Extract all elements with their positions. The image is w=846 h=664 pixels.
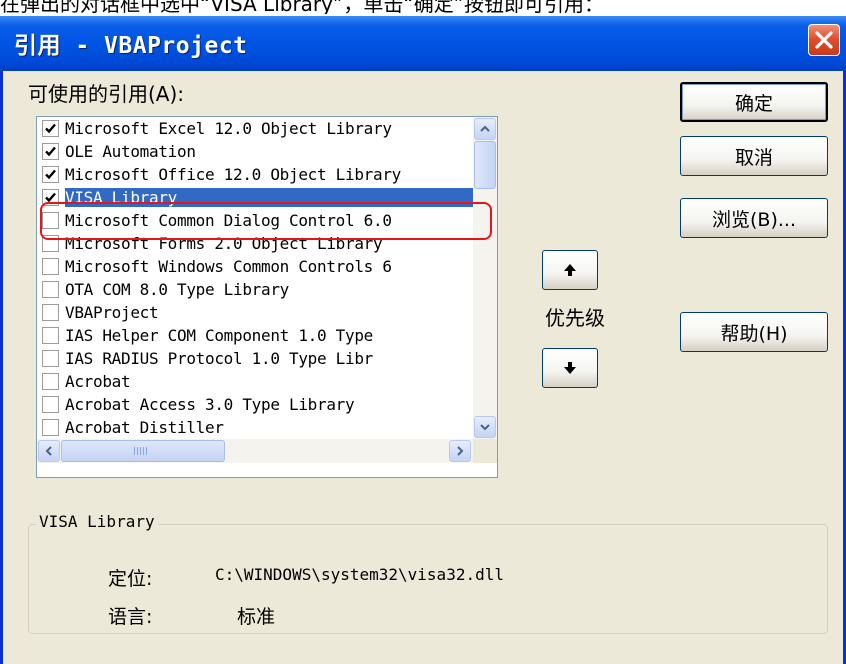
available-references-label: 可使用的引用(A): [28, 82, 185, 106]
reference-checkbox[interactable] [42, 166, 59, 183]
reference-label: VBAProject [65, 303, 159, 322]
page-caption: 在弹出的对话框中选中“VISA Library”，单击“确定”按钮即可引用： [0, 0, 846, 14]
reference-item[interactable]: Acrobat [37, 370, 473, 393]
priority-down-button[interactable] [542, 348, 598, 388]
reference-label: OTA COM 8.0 Type Library [65, 280, 289, 299]
location-label: 定位: [108, 568, 153, 590]
reference-label: Microsoft Windows Common Controls 6 [65, 257, 392, 276]
reference-item[interactable]: IAS Helper COM Component 1.0 Type [37, 324, 473, 347]
chevron-right-icon [457, 446, 464, 456]
reference-checkbox[interactable] [42, 258, 59, 275]
reference-item[interactable]: Microsoft Excel 12.0 Object Library [37, 117, 473, 140]
scroll-left-button[interactable] [38, 440, 60, 462]
reference-checkbox[interactable] [42, 120, 59, 137]
grip-icon [134, 447, 148, 455]
help-button[interactable]: 帮助(H) [680, 312, 828, 352]
reference-checkbox[interactable] [42, 419, 59, 436]
vertical-scrollbar[interactable] [473, 117, 497, 439]
arrow-up-icon [564, 264, 576, 276]
chevron-down-icon [480, 424, 490, 431]
close-button[interactable] [808, 24, 840, 56]
checkmark-icon [45, 123, 56, 134]
checkmark-icon [45, 169, 56, 180]
annotation-highlight-ring [40, 202, 492, 240]
reference-label: Acrobat Distiller [65, 418, 224, 437]
reference-checkbox[interactable] [42, 373, 59, 390]
details-group-title: VISA Library [36, 512, 158, 531]
references-list-viewport: Microsoft Excel 12.0 Object Library OLE A… [37, 117, 473, 439]
reference-checkbox[interactable] [42, 327, 59, 344]
reference-item[interactable]: OLE Automation [37, 140, 473, 163]
reference-checkbox[interactable] [42, 143, 59, 160]
location-value: C:\WINDOWS\system32\visa32.dll [215, 565, 504, 584]
chevron-left-icon [45, 446, 52, 456]
reference-label: IAS Helper COM Component 1.0 Type [65, 326, 373, 345]
reference-item[interactable]: OTA COM 8.0 Type Library [37, 278, 473, 301]
dialog-title: 引用 - VBAProject [14, 33, 248, 59]
checkmark-icon [45, 146, 56, 157]
vertical-scroll-thumb[interactable] [474, 141, 496, 189]
close-icon [815, 31, 833, 49]
scroll-up-button[interactable] [474, 118, 496, 140]
reference-label: Acrobat [65, 372, 131, 391]
priority-up-button[interactable] [542, 250, 598, 290]
reference-item[interactable]: Microsoft Windows Common Controls 6 [37, 255, 473, 278]
references-list[interactable]: Microsoft Excel 12.0 Object Library OLE A… [36, 116, 498, 478]
reference-item[interactable]: Acrobat Distiller [37, 416, 473, 439]
reference-checkbox[interactable] [42, 396, 59, 413]
title-bar[interactable]: 引用 - VBAProject [0, 16, 846, 71]
priority-label: 优先级 [545, 306, 605, 330]
reference-item[interactable]: Acrobat Access 3.0 Type Library [37, 393, 473, 416]
cancel-button[interactable]: 取消 [680, 136, 828, 176]
horizontal-scrollbar[interactable] [37, 439, 473, 463]
browse-button[interactable]: 浏览(B)... [680, 198, 828, 238]
reference-checkbox[interactable] [42, 304, 59, 321]
chevron-up-icon [480, 125, 490, 132]
reference-label: Microsoft Excel 12.0 Object Library [65, 119, 392, 138]
reference-item[interactable]: Microsoft Office 12.0 Object Library [37, 163, 473, 186]
scroll-down-button[interactable] [474, 416, 496, 438]
scrollbar-corner [473, 439, 497, 463]
reference-checkbox[interactable] [42, 281, 59, 298]
reference-checkbox[interactable] [42, 350, 59, 367]
reference-label: Acrobat Access 3.0 Type Library [65, 395, 355, 414]
reference-label: OLE Automation [65, 142, 196, 161]
reference-label: Microsoft Office 12.0 Object Library [65, 165, 401, 184]
scroll-right-button[interactable] [449, 440, 471, 462]
ok-button[interactable]: 确定 [680, 82, 828, 122]
language-value: 标准 [237, 606, 276, 628]
reference-item[interactable]: VBAProject [37, 301, 473, 324]
horizontal-scroll-thumb[interactable] [61, 440, 225, 462]
reference-item[interactable]: IAS RADIUS Protocol 1.0 Type Libr [37, 347, 473, 370]
reference-label: IAS RADIUS Protocol 1.0 Type Libr [65, 349, 373, 368]
arrow-down-icon [564, 362, 576, 374]
language-label: 语言: [108, 606, 153, 628]
